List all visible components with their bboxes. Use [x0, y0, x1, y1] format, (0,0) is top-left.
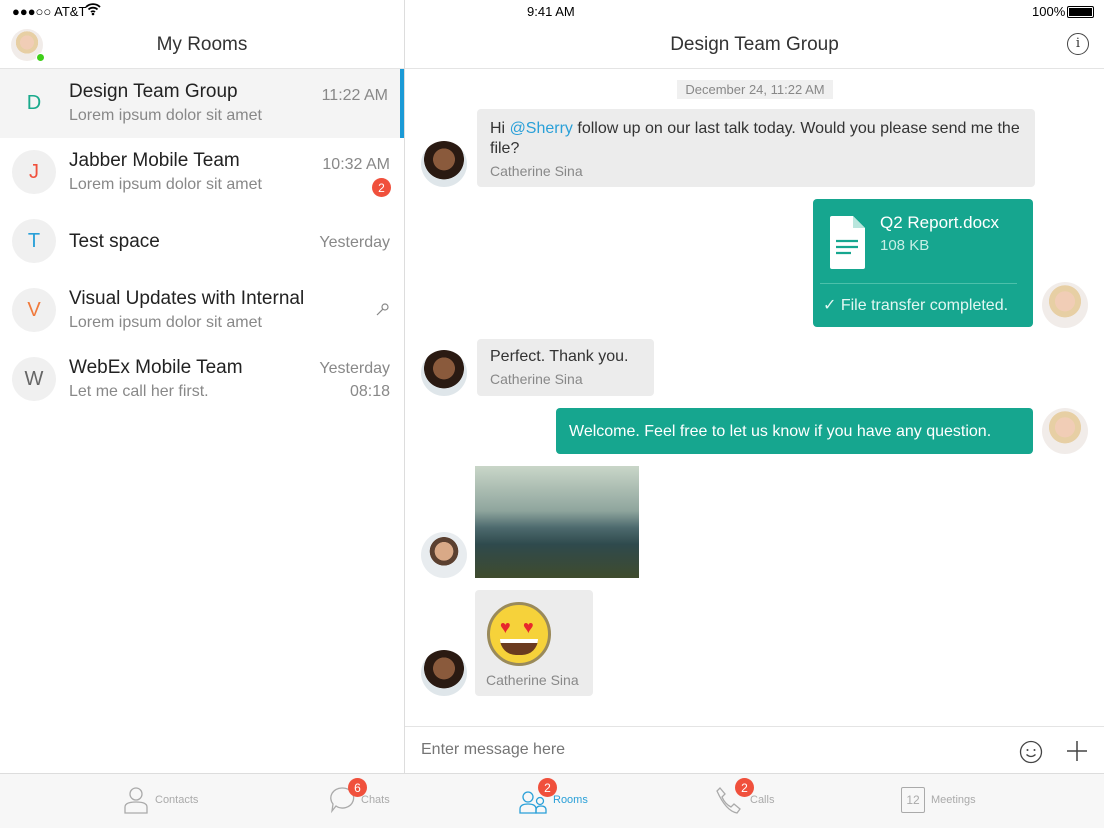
- transfer-status: ✓ File transfer completed.: [823, 297, 1009, 314]
- image-attachment[interactable]: [475, 466, 639, 578]
- tab-label: Contacts: [155, 794, 199, 806]
- message-bubble: Perfect. Thank you. Catherine Sina: [477, 339, 654, 396]
- plus-icon[interactable]: [1066, 740, 1088, 767]
- room-initial: W: [12, 357, 56, 401]
- pin-icon: [374, 302, 390, 323]
- room-time2: 08:18: [349, 383, 390, 400]
- tab-meetings[interactable]: 12 Meetings: [901, 785, 976, 815]
- room-name: WebEx Mobile Team: [69, 357, 243, 378]
- tab-calls[interactable]: Calls 2: [716, 778, 775, 815]
- message-text: Perfect. Thank you.: [490, 348, 629, 365]
- tab-chats[interactable]: Chats 6: [329, 778, 390, 815]
- sender-name: Catherine Sina: [486, 672, 579, 688]
- page-title: My Rooms: [156, 34, 248, 55]
- room-preview: Let me call her first.: [69, 383, 209, 400]
- date-separator: December 24, 11:22 AM: [677, 80, 833, 99]
- message-bubble: Welcome. Feel free to let us know if you…: [556, 408, 1033, 454]
- avatar[interactable]: [421, 650, 467, 696]
- emoji-bubble: ♥ ♥ Catherine Sina: [475, 590, 593, 696]
- info-icon[interactable]: i: [1067, 33, 1089, 55]
- room-time: Yesterday 08:18: [319, 357, 390, 403]
- message-bubble: Hi @Sherry follow up on our last talk to…: [477, 109, 1035, 187]
- room-preview: Lorem ipsum dolor sit amet: [69, 314, 262, 331]
- room-name: Jabber Mobile Team: [69, 150, 240, 171]
- file-name: Q2 Report.docx: [880, 213, 1000, 232]
- room-item[interactable]: J Jabber Mobile Team Lorem ipsum dolor s…: [0, 138, 404, 207]
- tab-label: Calls: [750, 794, 775, 806]
- battery-icon: [1067, 6, 1094, 18]
- file-bubble[interactable]: Q2 Report.docx 108 KB ✓ File transfer co…: [813, 199, 1033, 327]
- tab-contacts[interactable]: Contacts: [123, 785, 198, 815]
- room-initial: D: [26, 91, 42, 114]
- room-item[interactable]: T Test space Yesterday: [0, 207, 404, 276]
- room-date: Yesterday: [319, 360, 390, 377]
- room-time: Yesterday: [319, 234, 390, 251]
- room-item[interactable]: W WebEx Mobile Team Let me call her firs…: [0, 345, 404, 414]
- selected-indicator: [400, 69, 404, 138]
- avatar[interactable]: [421, 532, 467, 578]
- room-initial: T: [12, 219, 56, 263]
- tab-label: Meetings: [931, 794, 976, 806]
- avatar[interactable]: [421, 141, 467, 187]
- room-name: Test space: [69, 231, 160, 252]
- heart-eyes-emoji-icon: ♥ ♥: [487, 602, 551, 666]
- contacts-icon: [124, 787, 148, 814]
- room-initial: J: [12, 150, 56, 194]
- tab-badge: 2: [538, 778, 557, 797]
- emoji-icon[interactable]: [1019, 740, 1043, 769]
- message-input[interactable]: [405, 727, 995, 773]
- sender-name: Catherine Sina: [490, 163, 583, 179]
- chat-title: Design Team Group: [670, 34, 839, 55]
- room-initial: V: [12, 288, 56, 332]
- room-preview: Lorem ipsum dolor sit amet: [69, 107, 262, 124]
- room-time: 10:32 AM: [322, 156, 390, 173]
- tab-label: Chats: [361, 794, 390, 806]
- composer: [405, 726, 1104, 773]
- avatar[interactable]: [1042, 408, 1088, 454]
- tab-label: Rooms: [553, 794, 588, 806]
- calendar-icon: 12: [901, 787, 925, 813]
- room-time: 11:22 AM: [321, 87, 388, 104]
- room-preview: Lorem ipsum dolor sit amet: [69, 176, 262, 193]
- room-name: Design Team Group: [69, 81, 238, 102]
- message-text: Welcome. Feel free to let us know if you…: [569, 423, 992, 440]
- room-item[interactable]: D Design Team Group Lorem ipsum dolor si…: [0, 69, 404, 138]
- message-text: Hi @Sherry follow up on our last talk to…: [490, 120, 1020, 157]
- room-item[interactable]: V Visual Updates with Internal Lorem ips…: [0, 276, 404, 345]
- sender-name: Catherine Sina: [490, 371, 583, 387]
- avatar[interactable]: [1042, 282, 1088, 328]
- tab-badge: 6: [348, 778, 367, 797]
- tab-badge: 2: [735, 778, 754, 797]
- tab-rooms[interactable]: Rooms 2: [519, 778, 588, 815]
- rooms-panel: My Rooms D Design Team Group Lorem ipsum…: [0, 0, 405, 773]
- avatar[interactable]: [421, 350, 467, 396]
- file-size: 108 KB: [880, 237, 930, 254]
- clock: 9:41 AM: [527, 4, 575, 19]
- unread-badge: 2: [372, 178, 391, 197]
- battery-percent: 100%: [1032, 4, 1066, 19]
- mention-link[interactable]: @Sherry: [510, 120, 573, 137]
- document-icon: [830, 216, 865, 274]
- room-name: Visual Updates with Internal: [69, 288, 305, 309]
